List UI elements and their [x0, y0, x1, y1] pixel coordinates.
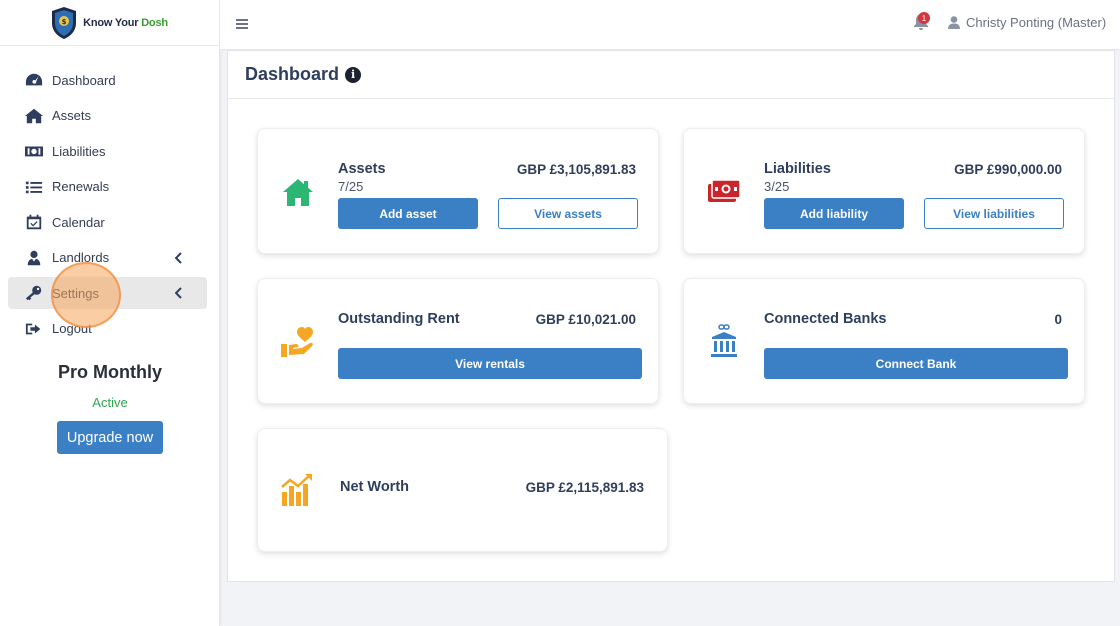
- panel-header: Dashboard i: [228, 51, 1114, 99]
- sidebar-item-label: Liabilities: [52, 143, 106, 159]
- brand-name: Know Your Dosh: [83, 16, 168, 29]
- assets-count: 7/25: [338, 179, 364, 194]
- topbar: 1 Christy Ponting (Master): [220, 0, 1120, 50]
- view-rentals-button[interactable]: View rentals: [338, 348, 642, 379]
- sidebar-item-label: Assets: [52, 108, 92, 123]
- assets-title: Assets: [338, 161, 386, 177]
- plan-status: Active: [92, 395, 128, 410]
- rent-value: GBP £10,021.00: [535, 312, 636, 327]
- user-menu[interactable]: Christy Ponting (Master): [948, 15, 1106, 30]
- bank-link-icon: [706, 324, 742, 360]
- view-liabilities-button[interactable]: View liabilities: [924, 198, 1064, 229]
- sidebar-item-landlords[interactable]: Landlords: [8, 242, 207, 274]
- sidebar-item-assets[interactable]: Assets: [8, 100, 207, 132]
- sidebar-item-logout[interactable]: Logout: [8, 313, 207, 345]
- key-icon: [24, 284, 44, 302]
- add-liability-button[interactable]: Add liability: [764, 198, 904, 229]
- chevron-left-icon[interactable]: [174, 287, 185, 299]
- money-bill-wave-icon: [706, 174, 742, 210]
- page-title: Dashboard: [245, 64, 340, 84]
- net-worth-card: Net Worth GBP £2,115,891.83: [257, 428, 668, 552]
- sidebar-item-calendar[interactable]: Calendar: [8, 206, 207, 238]
- sign-out-icon: [24, 320, 44, 338]
- dashboard-panel: Dashboard i Assets GBP £3,105,891.83 7/2…: [227, 50, 1115, 582]
- home-icon: [24, 107, 44, 125]
- outstanding-rent-card: Outstanding Rent GBP £10,021.00 View ren…: [257, 278, 659, 404]
- liabilities-count: 3/25: [764, 179, 790, 194]
- sidebar-item-label: Landlords: [52, 250, 110, 265]
- notifications-button[interactable]: 1: [914, 12, 930, 32]
- sidebar-nav: Dashboard Assets Liabilities Renewals Ca…: [0, 64, 219, 345]
- sidebar-item-label: Calendar: [52, 214, 105, 230]
- chevron-left-icon[interactable]: [174, 251, 185, 264]
- liabilities-card: Liabilities GBP £990,000.00 3/25 Add lia…: [683, 128, 1085, 254]
- sidebar-item-label: Renewals: [52, 179, 110, 194]
- svg-text:$: $: [62, 18, 67, 26]
- list-icon: [24, 178, 44, 196]
- money-bill-icon: [24, 142, 44, 160]
- shield-logo-icon: $: [52, 6, 77, 39]
- sidebar-item-label: Logout: [52, 321, 92, 336]
- view-assets-button[interactable]: View assets: [498, 198, 638, 229]
- rent-title: Outstanding Rent: [338, 311, 460, 327]
- connect-bank-button[interactable]: Connect Bank: [764, 348, 1068, 379]
- user-icon: [948, 16, 960, 29]
- sidebar-item-liabilities[interactable]: Liabilities: [8, 135, 207, 167]
- assets-card: Assets GBP £3,105,891.83 7/25 Add asset …: [257, 128, 659, 254]
- sidebar-item-label: Dashboard: [52, 72, 116, 88]
- subscription-plan: Pro Monthly Active Upgrade now: [0, 362, 220, 454]
- menu-toggle-icon[interactable]: [236, 19, 248, 31]
- liabilities-value: GBP £990,000.00: [954, 162, 1062, 177]
- networth-value: GBP £2,115,891.83: [525, 480, 644, 495]
- networth-title: Net Worth: [340, 479, 410, 495]
- sidebar-item-renewals[interactable]: Renewals: [8, 171, 207, 203]
- tachometer-icon: [24, 71, 44, 89]
- liabilities-title: Liabilities: [764, 161, 831, 177]
- user-name: Christy Ponting (Master): [966, 15, 1107, 30]
- brand-logo[interactable]: $ Know Your Dosh: [0, 0, 219, 46]
- sidebar-item-label: Settings: [52, 285, 99, 301]
- banks-title: Connected Banks: [764, 311, 887, 327]
- sidebar-item-settings[interactable]: Settings: [8, 277, 207, 309]
- sidebar: $ Know Your Dosh Dashboard Assets Liabil…: [0, 0, 220, 626]
- banks-count: 0: [1054, 312, 1062, 327]
- info-icon[interactable]: i: [345, 66, 362, 83]
- user-tie-icon: [24, 249, 44, 267]
- plan-name: Pro Monthly: [58, 362, 162, 382]
- chart-line-icon: [280, 472, 316, 508]
- sidebar-item-dashboard[interactable]: Dashboard: [8, 64, 207, 96]
- notification-badge: 1: [918, 12, 930, 24]
- add-asset-button[interactable]: Add asset: [338, 198, 478, 229]
- calendar-check-icon: [24, 213, 44, 231]
- upgrade-button[interactable]: Upgrade now: [57, 421, 163, 454]
- assets-value: GBP £3,105,891.83: [516, 162, 636, 177]
- home-icon: [280, 174, 316, 210]
- hand-holding-heart-icon: [280, 324, 316, 360]
- connected-banks-card: Connected Banks 0 Connect Bank: [683, 278, 1085, 404]
